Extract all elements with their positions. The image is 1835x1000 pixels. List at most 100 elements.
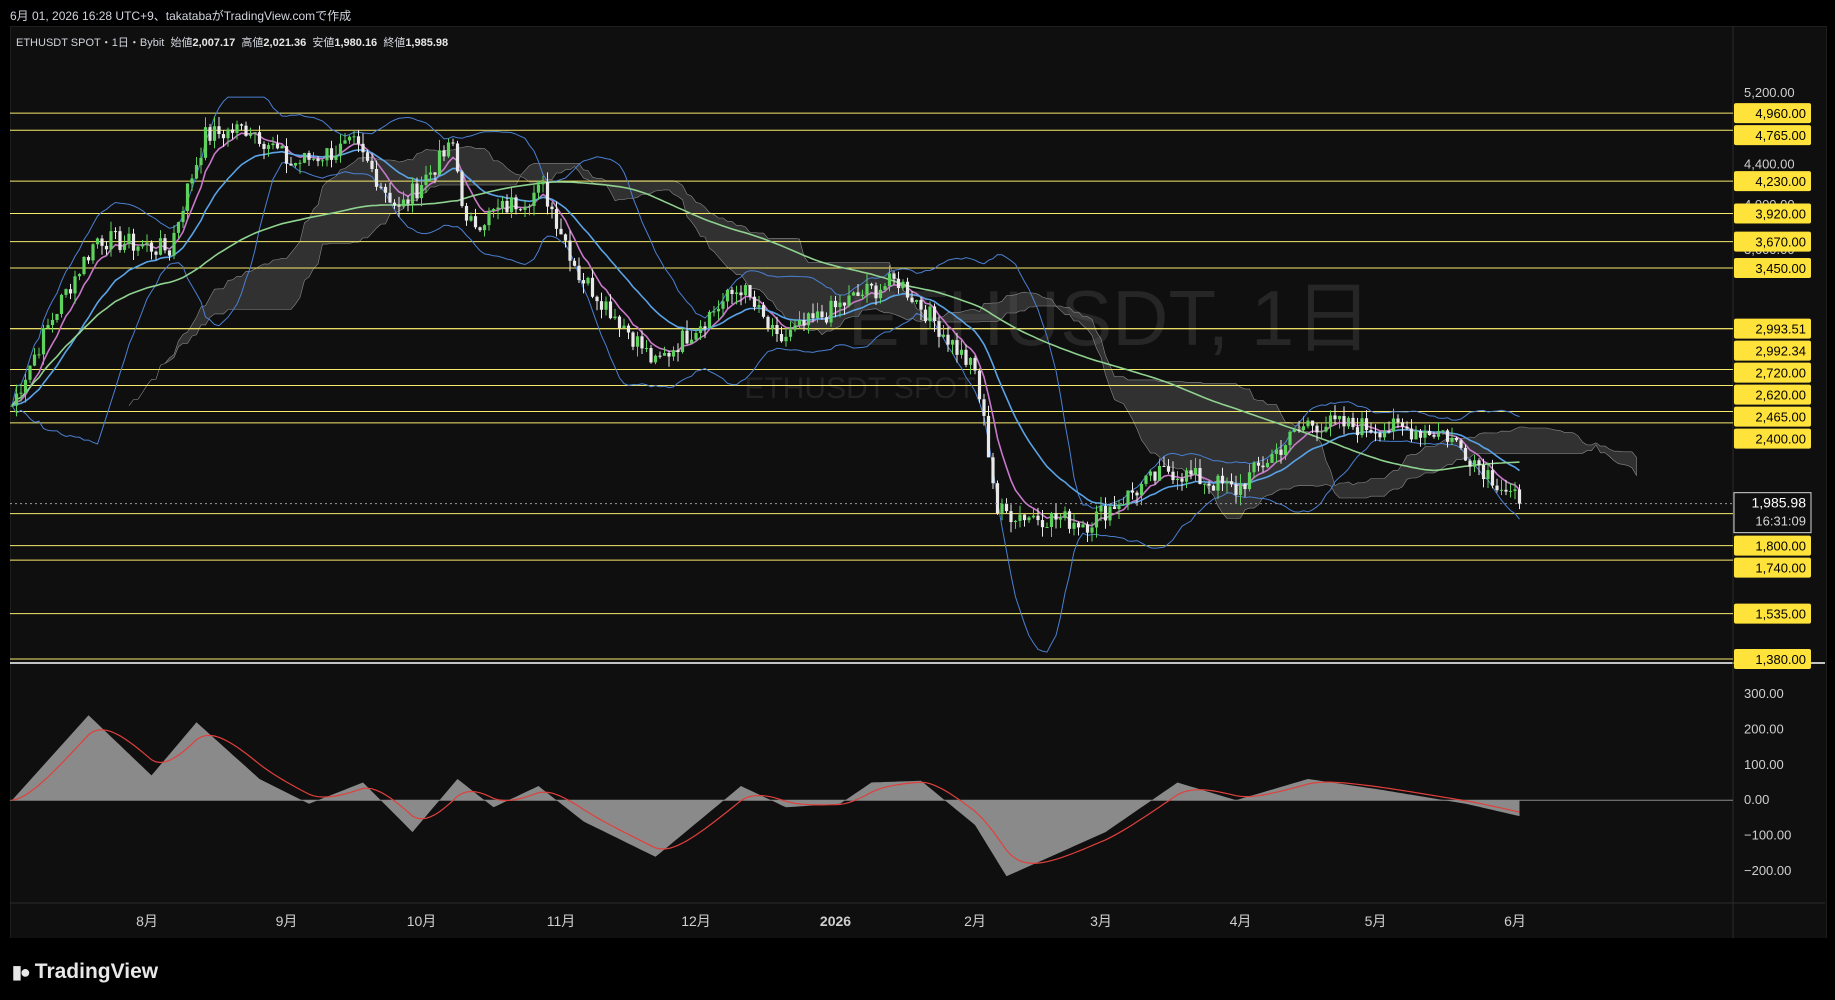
legend-close-label: 終値 <box>383 37 406 49</box>
candle-body <box>1211 485 1216 491</box>
candle-body <box>1153 471 1157 481</box>
candle-body <box>1468 460 1472 467</box>
candle-body <box>343 140 347 144</box>
candle-body <box>1202 483 1207 485</box>
candle-body <box>253 132 257 134</box>
candle-body <box>136 246 140 251</box>
candle-body <box>1301 426 1306 431</box>
price-tag-label: 4,960.00 <box>1755 106 1806 121</box>
candle-body <box>775 325 779 334</box>
candle-body <box>41 327 46 355</box>
candle-body <box>1346 417 1351 427</box>
candle-body <box>145 242 149 245</box>
macd-tick-label: 200.00 <box>1744 721 1784 736</box>
candle-body <box>374 168 379 187</box>
candle-body <box>946 334 950 345</box>
candle-body <box>851 292 856 296</box>
candle-body <box>919 299 923 310</box>
candle-body <box>829 300 833 323</box>
macd-tick-label: 0.00 <box>1744 792 1769 807</box>
candle-body <box>766 316 770 329</box>
candle-body <box>307 152 311 160</box>
candle-body <box>1189 470 1193 475</box>
candle-body <box>1324 426 1328 432</box>
candle-body <box>1103 505 1108 521</box>
candle-body <box>725 289 730 302</box>
candle-body <box>311 158 316 160</box>
candle-body <box>428 172 433 175</box>
candle-body <box>1405 426 1409 429</box>
time-axis-label: 8月 <box>136 913 158 929</box>
candle-body <box>68 289 73 294</box>
candle-body <box>122 243 127 250</box>
legend-high-label: 高値 <box>241 37 264 49</box>
candle-body <box>1175 478 1180 481</box>
candle-body <box>1513 489 1517 491</box>
candle-body <box>586 277 590 284</box>
tradingview-logo[interactable]: ▮● TradingView <box>12 960 158 984</box>
candle-body <box>1378 432 1382 438</box>
price-tag-label: 1,380.00 <box>1755 652 1806 667</box>
candle-body <box>604 301 608 310</box>
candle-body <box>1306 420 1310 427</box>
candle-body <box>505 200 509 213</box>
candle-body <box>1067 511 1072 529</box>
candle-body <box>1360 418 1364 436</box>
candle-body <box>50 319 55 326</box>
candle-body <box>856 292 860 296</box>
candle-body <box>1234 484 1238 495</box>
candle-body <box>968 358 973 365</box>
candle-body <box>568 240 572 261</box>
candle-body <box>847 295 851 306</box>
candle-body <box>734 292 739 294</box>
price-tag-label: 2,620.00 <box>1755 388 1806 403</box>
candle-body <box>950 340 955 345</box>
candle-body <box>1382 431 1387 438</box>
candle-body <box>1265 462 1270 468</box>
candle-body <box>230 129 235 133</box>
candle-body <box>1193 468 1198 475</box>
candle-body <box>280 146 284 149</box>
candle-body <box>482 225 487 231</box>
candle-body <box>158 238 163 255</box>
candle-body <box>194 165 199 179</box>
candle-body <box>1013 520 1018 523</box>
candle-body <box>338 143 343 156</box>
candle-body <box>833 300 838 308</box>
legend-low: 1,980.16 <box>334 37 378 49</box>
candle-body <box>1022 514 1027 521</box>
candle-body <box>1117 504 1121 509</box>
candle-body <box>55 313 59 320</box>
time-axis-label: 11月 <box>547 913 576 929</box>
candle-body <box>226 129 230 139</box>
candle-body <box>910 297 914 302</box>
candle-body <box>262 143 266 149</box>
candle-body <box>1049 512 1054 528</box>
candle-body <box>127 233 131 244</box>
candle-body <box>622 325 626 329</box>
candle-body <box>1373 432 1378 434</box>
candle-body <box>770 325 775 329</box>
candle-body <box>1445 430 1450 442</box>
legend-close: 1,985.98 <box>405 37 449 49</box>
candle-body <box>397 205 401 207</box>
candle-body <box>640 336 644 349</box>
candle-body <box>1490 470 1495 486</box>
candle-body <box>298 162 302 164</box>
candle-body <box>19 392 23 394</box>
candle-body <box>244 125 248 136</box>
price-tag-label: 1,535.00 <box>1755 607 1806 622</box>
candle-body <box>1270 453 1274 463</box>
price-chart[interactable]: ETHUSDT, 1日 ETHUSDT SPOT 5,200.004,400.0… <box>0 0 1835 1000</box>
candle-body <box>1279 449 1283 455</box>
tradingview-logo-text: TradingView <box>34 960 159 983</box>
candle-body <box>109 231 113 250</box>
candle-body <box>1459 440 1463 448</box>
candle-body <box>802 320 806 326</box>
candle-body <box>59 294 64 314</box>
legend-open: 2,007.17 <box>192 37 236 49</box>
candle-body <box>1094 511 1099 528</box>
candle-body <box>932 306 937 322</box>
candle-body <box>509 197 514 213</box>
price-tag-label: 1,800.00 <box>1755 539 1806 554</box>
